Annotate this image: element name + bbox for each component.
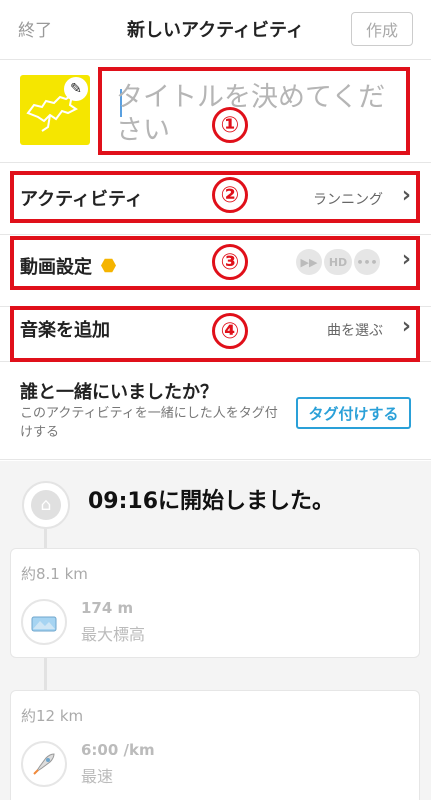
distance-label: 約8.1 km bbox=[21, 565, 88, 583]
home-icon: ⌂ bbox=[22, 481, 70, 529]
timeline-card: 約12 km 6:00 /km 最速 bbox=[10, 690, 420, 800]
tag-section: 誰と一緒にいましたか？ このアクティビティを一緒にした人をタグ付けする タグ付け… bbox=[0, 362, 431, 460]
create-button[interactable]: 作成 bbox=[351, 12, 413, 46]
tag-title: 誰と一緒にいましたか？ bbox=[20, 382, 218, 403]
annotation-number-1: ① bbox=[212, 107, 248, 143]
tag-button[interactable]: タグ付けする bbox=[296, 397, 411, 429]
start-suffix: に開始しました。 bbox=[158, 489, 335, 514]
timeline: ⌂ 09:16に開始しました。 約8.1 km 174 m 最大標高 約12 k… bbox=[0, 461, 431, 800]
annotation-number-2: ② bbox=[212, 177, 248, 213]
title-highlight-box: タイトルを決めてください ① bbox=[98, 67, 410, 155]
start-time: 09:16 bbox=[88, 489, 159, 514]
mountain-icon bbox=[21, 599, 67, 645]
stat-value: 174 m bbox=[81, 599, 134, 617]
stat-label: 最大標高 bbox=[81, 625, 146, 644]
edit-pencil-icon[interactable]: ✎ bbox=[64, 77, 88, 101]
rocket-icon bbox=[21, 741, 67, 787]
timeline-card: 約8.1 km 174 m 最大標高 bbox=[10, 548, 420, 658]
stat-label: 最速 bbox=[81, 767, 114, 786]
annotation-number-4: ④ bbox=[212, 313, 248, 349]
start-time-text: 09:16に開始しました。 bbox=[88, 483, 334, 515]
stat-value: 6:00 /km bbox=[81, 741, 155, 759]
distance-label: 約12 km bbox=[21, 707, 84, 725]
title-row: ✎ タイトルを決めてください ① bbox=[0, 60, 431, 163]
top-bar: 終了 新しいアクティビティ 作成 bbox=[0, 0, 431, 60]
annotation-number-3: ③ bbox=[212, 244, 248, 280]
title-input[interactable]: タイトルを決めてください bbox=[116, 81, 406, 147]
tag-description: このアクティビティを一緒にした人をタグ付けする bbox=[20, 406, 278, 440]
